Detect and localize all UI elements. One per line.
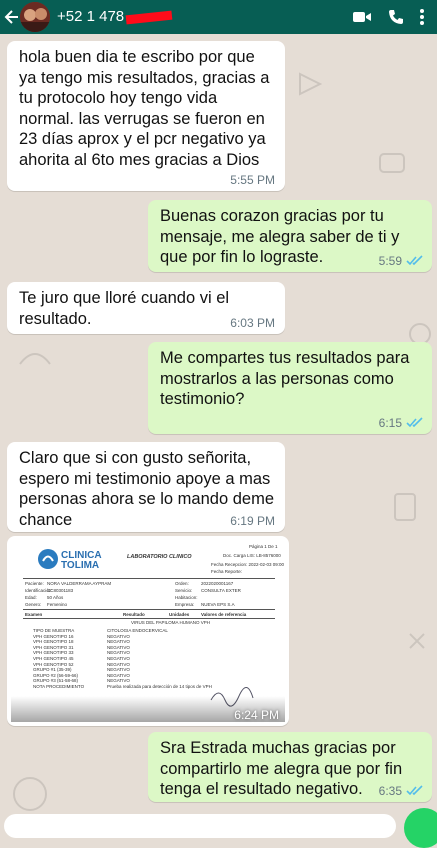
message-time: 6:15	[378, 416, 402, 430]
image-message[interactable]: CLINICA TOLIMA LABORATORIO CLINICO Págin…	[7, 536, 289, 726]
report-heading: LABORATORIO CLINICO	[127, 554, 192, 560]
result-value: Prueba realizada para detección de 14 ti…	[107, 684, 212, 689]
result-exam: VPH GENOTIPO 45	[33, 656, 74, 661]
label: Empresa:	[175, 602, 195, 607]
mic-button[interactable]	[404, 808, 437, 848]
result-value: NEGATIVO	[107, 633, 130, 639]
column-header: Unidades	[169, 612, 190, 617]
message-outgoing[interactable]: Me compartes tus resultados para mostrar…	[148, 342, 432, 434]
report-date: Fecha Reporte:	[211, 569, 243, 574]
result-value: NEGATIVO	[107, 639, 130, 645]
logo-text: TOLIMA	[61, 560, 100, 571]
patient-gender: Femenino	[47, 602, 68, 607]
result-exam: NOTA PROCEDIMIENTO	[33, 684, 85, 689]
label: Servicio:	[175, 588, 193, 593]
message-text: hola buen dia te escribo por que ya teng…	[19, 48, 270, 169]
label: Edad:	[25, 595, 37, 600]
message-time: 6:19 PM	[230, 514, 275, 528]
result-exam: VPH GENOTIPO 31	[33, 644, 74, 650]
message-input-bar[interactable]	[4, 814, 396, 838]
arrow-left-icon[interactable]	[4, 4, 20, 30]
column-header: Resultado	[123, 612, 145, 617]
result-value: NEGATIVO	[107, 650, 130, 656]
clinic-logo-icon	[38, 549, 58, 569]
message-time: 6:24 PM	[234, 708, 279, 722]
message-time: 5:59	[378, 254, 402, 268]
result-exam: TIPO DE MUESTRA	[33, 628, 75, 633]
label: Paciente:	[25, 581, 44, 586]
message-incoming[interactable]: hola buen dia te escribo por que ya teng…	[7, 41, 285, 191]
result-value: NEGATIVO	[107, 667, 130, 673]
result-value: NEGATIVO	[107, 644, 130, 650]
report-code: Doc. Carga LIS: LB-8576000	[223, 553, 281, 558]
result-value: NEGATIVO	[107, 656, 130, 661]
result-value: NEGATIVO	[107, 672, 130, 678]
message-text: Sra Estrada muchas gracias por compartir…	[160, 739, 403, 798]
patient-name: NORA VALDERRAMA AYPRAM	[47, 581, 112, 586]
message-incoming[interactable]: Claro que si con gusto señorita, espero …	[7, 442, 285, 532]
read-receipt-icon	[406, 255, 423, 266]
result-exam: GRUPO #3 (51-58-68)	[33, 678, 79, 684]
report-date: Fecha Recepcion: 2022-02-03 09:00	[211, 562, 285, 567]
chat-header: +52 1 478	[0, 0, 437, 34]
message-text: Buenas corazon gracias por tu mensaje, m…	[160, 207, 400, 266]
label: Orden:	[175, 581, 189, 586]
message-time: 6:35	[378, 784, 402, 798]
order-number: 2022020001167	[201, 581, 234, 586]
result-exam: VPH GENOTIPO 33	[33, 650, 74, 656]
phone-icon[interactable]	[386, 7, 406, 27]
company: NUEVA EPS S.A	[201, 602, 235, 607]
column-header: Valores de referencia	[201, 612, 247, 617]
result-value: CITOLOGIA ENDOCERVICAL	[107, 628, 168, 633]
avatar[interactable]	[20, 2, 50, 32]
result-exam: VPH GENOTIPO 52	[33, 661, 74, 667]
read-receipt-icon	[406, 417, 423, 428]
result-exam: VPH GENOTIPO 18	[33, 639, 74, 645]
read-receipt-icon	[406, 785, 423, 796]
report-page: Página 1 De 1	[249, 544, 278, 549]
message-text: Te juro que lloré cuando vi el resultado…	[19, 289, 230, 328]
test-title: VIRUS DEL PAPILOMA HUMANO VPH	[131, 620, 211, 625]
patient-id: CC80301183	[47, 588, 74, 593]
result-value: NEGATIVO	[107, 678, 130, 684]
contact-name[interactable]: +52 1 478	[57, 8, 173, 25]
label: Habitacion:	[175, 595, 198, 600]
message-incoming[interactable]: Te juro que lloré cuando vi el resultado…	[7, 282, 285, 334]
patient-age: 50 Años	[47, 595, 64, 600]
result-value: NEGATIVO	[107, 661, 130, 667]
result-exam: GRUPO #1 (35-39)	[33, 667, 72, 673]
label: Genero:	[25, 602, 42, 607]
message-text: Me compartes tus resultados para mostrar…	[160, 349, 410, 408]
message-outgoing[interactable]: Sra Estrada muchas gracias por compartir…	[148, 732, 432, 802]
contact-number: +52 1 478	[57, 8, 125, 25]
redaction-mark	[125, 10, 173, 24]
column-header: Examen	[25, 612, 43, 617]
more-vertical-icon[interactable]	[412, 7, 432, 27]
service: CONSULTA EXTER	[201, 588, 241, 593]
message-time: 6:03 PM	[230, 316, 275, 330]
message-time: 5:55 PM	[230, 173, 275, 187]
result-exam: VPH GENOTIPO 16	[33, 633, 74, 639]
message-outgoing[interactable]: Buenas corazon gracias por tu mensaje, m…	[148, 200, 432, 272]
video-call-icon[interactable]	[352, 7, 372, 27]
lab-report-image[interactable]: CLINICA TOLIMA LABORATORIO CLINICO Págin…	[11, 540, 285, 722]
result-exam: GRUPO #2 (56-59-66)	[33, 672, 79, 678]
